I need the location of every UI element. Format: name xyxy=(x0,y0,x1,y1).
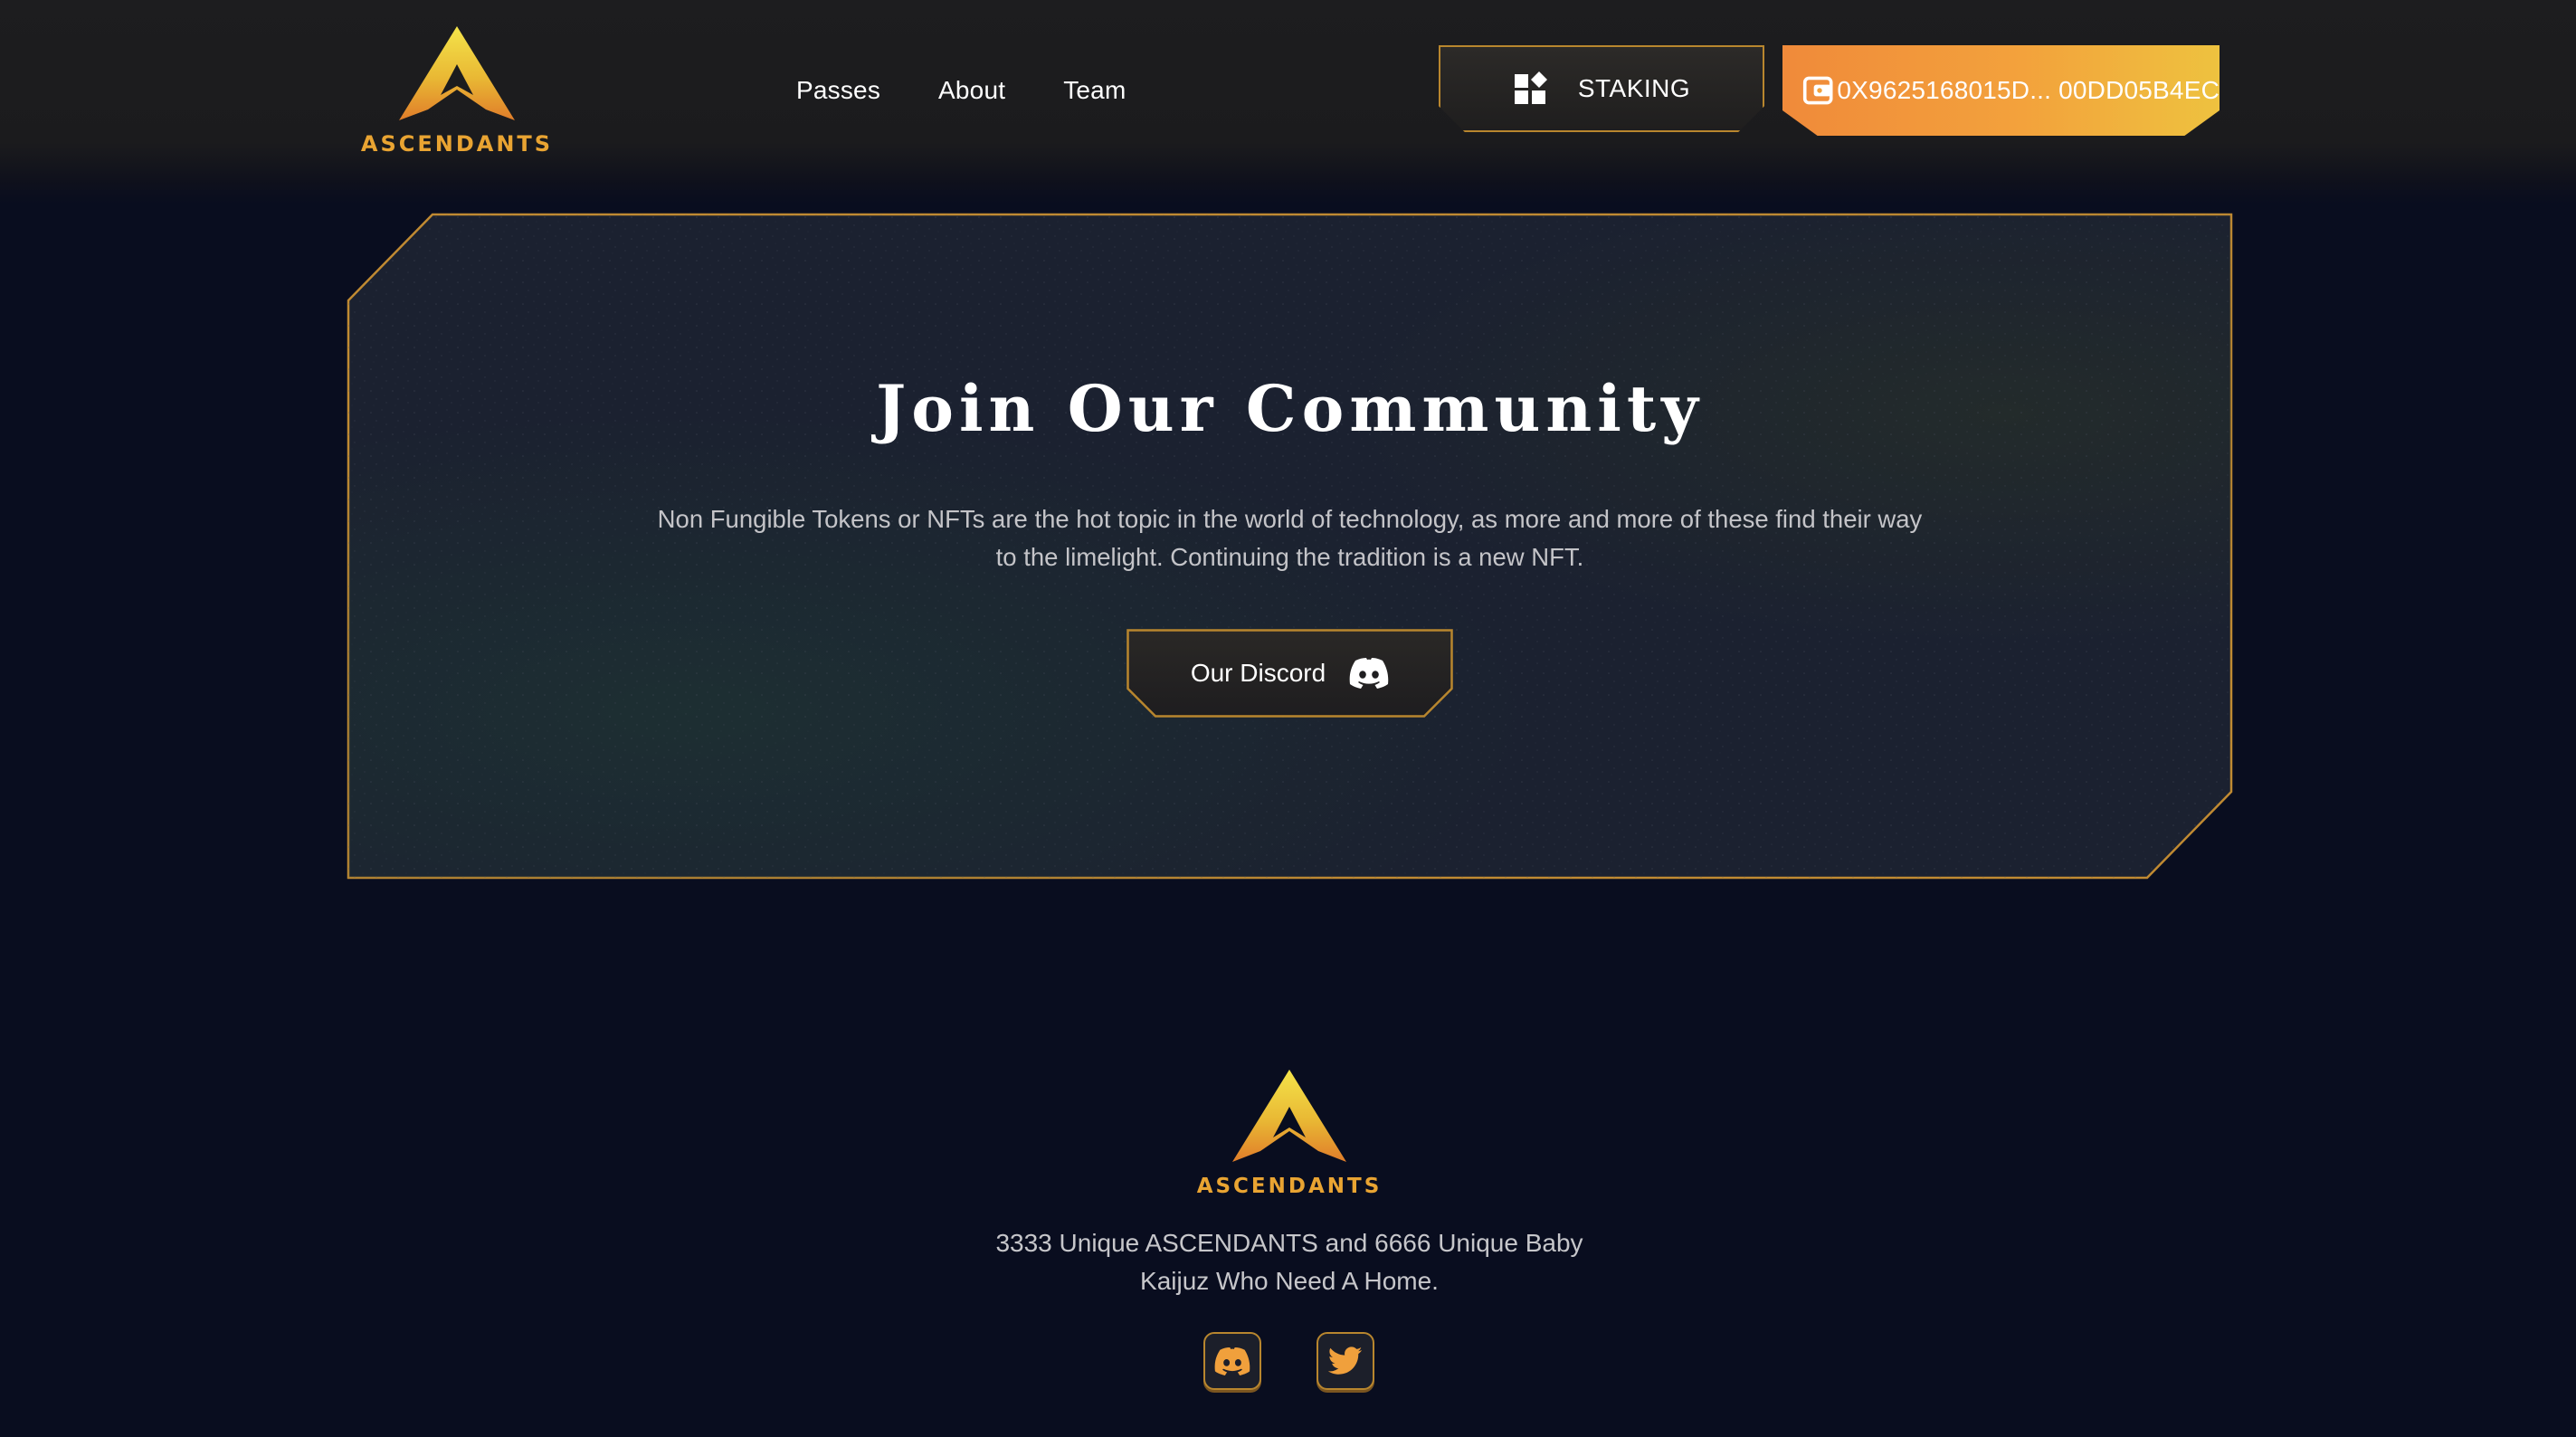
discord-button-label: Our Discord xyxy=(1190,659,1326,687)
our-discord-button[interactable]: Our Discord xyxy=(1126,629,1453,718)
footer-logo[interactable]: ASCENDANTS xyxy=(1193,1066,1386,1200)
footer-description: 3333 Unique ASCENDANTS and 6666 Unique B… xyxy=(995,1229,1583,1295)
discord-button-content: Our Discord xyxy=(1126,629,1453,718)
main-nav: Passes About Team xyxy=(796,71,1183,110)
community-panel: Join Our Community Non Fungible Tokens o… xyxy=(347,213,2233,880)
community-description: Non Fungible Tokens or NFTs are the hot … xyxy=(657,505,1923,571)
staking-button[interactable]: STAKING xyxy=(1439,45,1764,132)
footer-twitter-link[interactable] xyxy=(1317,1332,1374,1390)
site-header: ASCENDANTS Passes About Team STAKING 0X9… xyxy=(0,0,2576,204)
community-title: Join Our Community xyxy=(876,371,1704,446)
staking-label: STAKING xyxy=(1577,74,1691,102)
footer-discord-link[interactable] xyxy=(1203,1332,1261,1390)
wallet-address: 0X9625168015D... 00DD05B4EC xyxy=(1837,76,2220,104)
discord-icon xyxy=(1214,1347,1250,1375)
widgets-icon xyxy=(1514,71,1547,104)
wallet-button[interactable]: 0X9625168015D... 00DD05B4EC xyxy=(1782,45,2220,136)
wallet-icon xyxy=(1802,76,1833,105)
brand-wordmark: ASCENDANTS xyxy=(361,131,553,157)
page: ASCENDANTS Passes About Team STAKING 0X9… xyxy=(0,0,2576,1437)
header-logo[interactable]: ASCENDANTS xyxy=(357,23,556,158)
twitter-icon xyxy=(1328,1347,1363,1375)
nav-about[interactable]: About xyxy=(938,76,1005,105)
footer-wordmark: ASCENDANTS xyxy=(1197,1175,1383,1198)
nav-passes[interactable]: Passes xyxy=(796,76,880,105)
nav-team[interactable]: Team xyxy=(1063,76,1126,105)
discord-icon xyxy=(1349,658,1389,689)
